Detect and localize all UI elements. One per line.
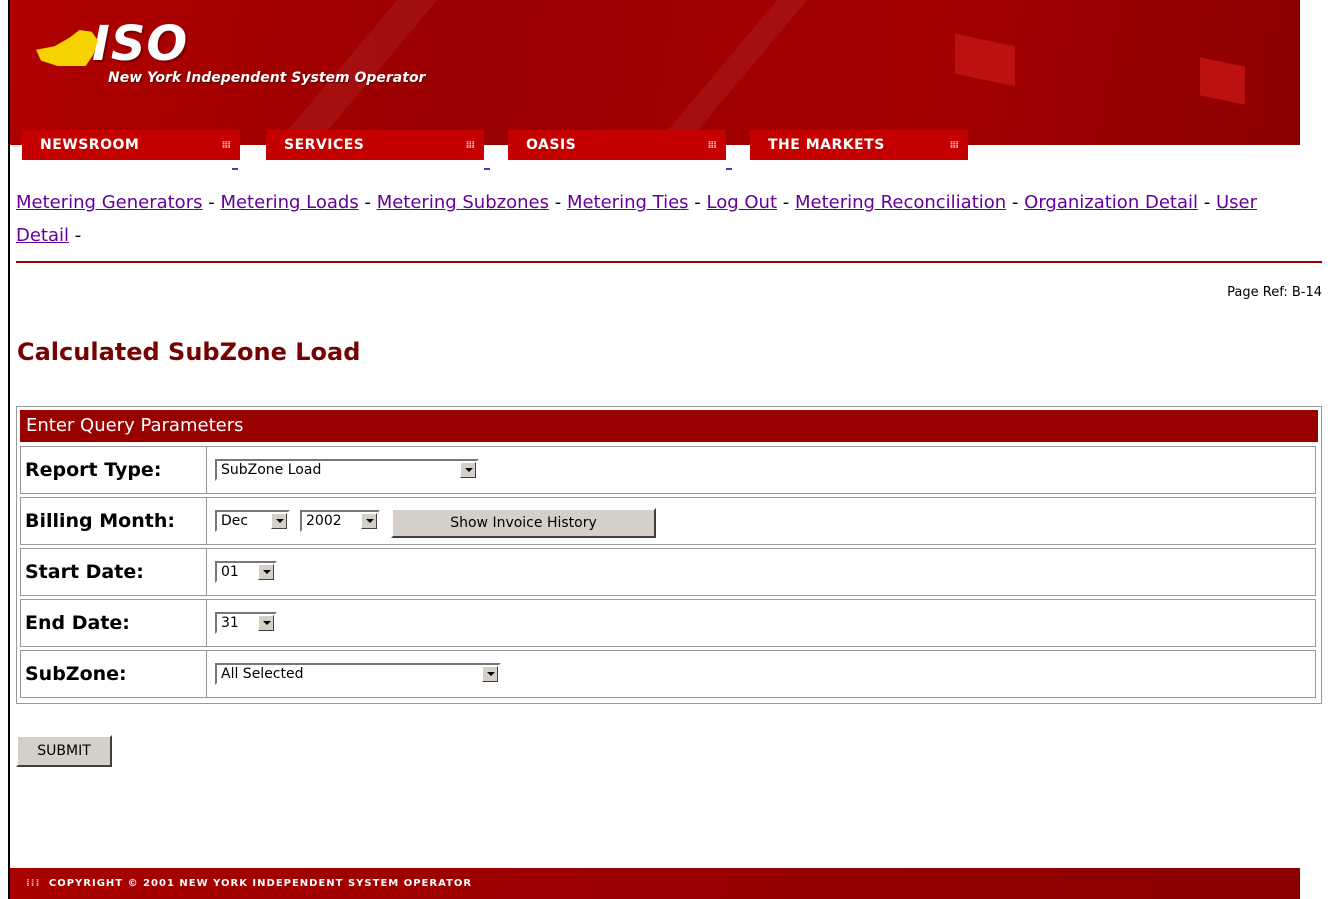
tab-newsroom[interactable]: NEWSROOM ⁞⁞⁞	[22, 130, 240, 162]
link-log-out[interactable]: Log Out	[707, 192, 778, 213]
header-decoration	[955, 33, 1015, 87]
tab-oasis[interactable]: OASIS ⁞⁞⁞	[508, 130, 726, 162]
report-type-cell: SubZone Load	[206, 446, 1316, 494]
subzone-label: SubZone:	[20, 650, 207, 698]
tab-the-markets[interactable]: THE MARKETS ⁞⁞⁞	[750, 130, 968, 162]
billing-year-value: 2002	[306, 513, 342, 529]
site-header: ISO New York Independent System Operator	[10, 0, 1300, 145]
link-organization-detail[interactable]: Organization Detail	[1024, 192, 1198, 213]
end-date-label: End Date:	[20, 599, 207, 647]
end-date-cell: 31	[206, 599, 1316, 647]
tab-label: OASIS	[526, 137, 577, 153]
chevron-down-icon[interactable]	[258, 564, 274, 580]
link-separator: -	[554, 192, 562, 213]
metering-links: Metering Generators - Metering Loads - M…	[16, 186, 1306, 252]
nav-link-underline[interactable]	[232, 168, 238, 170]
link-metering-loads[interactable]: Metering Loads	[220, 192, 358, 213]
grip-icon: ⁞⁞⁞	[221, 139, 231, 151]
header-decoration	[1200, 57, 1245, 105]
row-report-type: Report Type: SubZone Load	[20, 446, 1318, 494]
start-date-cell: 01	[206, 548, 1316, 596]
chevron-down-icon[interactable]	[361, 513, 377, 529]
header-decoration	[626, 0, 824, 145]
submit-button[interactable]: SUBMIT	[16, 735, 112, 767]
link-metering-subzones[interactable]: Metering Subzones	[377, 192, 549, 213]
site-subtitle: New York Independent System Operator	[108, 70, 426, 86]
report-type-label: Report Type:	[20, 446, 207, 494]
link-separator: -	[782, 192, 790, 213]
row-subzone: SubZone: All Selected	[20, 650, 1318, 698]
start-date-select[interactable]: 01	[215, 561, 277, 583]
grip-icon: ⁞⁞⁞	[949, 139, 959, 151]
subzone-select[interactable]: All Selected	[215, 663, 501, 685]
form-heading: Enter Query Parameters	[20, 410, 1318, 442]
grip-icon: ⁞⁞⁞	[465, 139, 475, 151]
query-form: Enter Query Parameters Report Type: SubZ…	[16, 406, 1322, 704]
iso-logo[interactable]: ISO	[36, 16, 189, 72]
nav-link-underline[interactable]	[484, 168, 490, 170]
chevron-down-icon[interactable]	[271, 513, 287, 529]
tab-label: SERVICES	[284, 137, 365, 153]
report-type-select[interactable]: SubZone Load	[215, 459, 479, 481]
row-start-date: Start Date: 01	[20, 548, 1318, 596]
grip-icon: ⁞⁞⁞	[707, 139, 717, 151]
report-type-value: SubZone Load	[221, 462, 322, 478]
link-separator: -	[364, 192, 371, 213]
nav-link-underline[interactable]	[726, 168, 732, 170]
tab-services[interactable]: SERVICES ⁞⁞⁞	[266, 130, 484, 162]
row-end-date: End Date: 31	[20, 599, 1318, 647]
page-ref: Page Ref: B-14	[1227, 285, 1322, 300]
copyright-text: COPYRIGHT © 2001 NEW YORK INDEPENDENT SY…	[48, 878, 473, 889]
link-separator: -	[1203, 192, 1211, 213]
chevron-down-icon[interactable]	[460, 462, 476, 478]
site-footer: ⁞⁞⁞ COPYRIGHT © 2001 NEW YORK INDEPENDEN…	[10, 868, 1300, 899]
billing-month-label: Billing Month:	[20, 497, 207, 545]
chevron-down-icon[interactable]	[258, 615, 274, 631]
tab-label: THE MARKETS	[768, 137, 885, 153]
show-invoice-history-button[interactable]: Show Invoice History	[391, 508, 656, 538]
link-separator: -	[694, 192, 701, 213]
tab-label: NEWSROOM	[40, 137, 140, 153]
start-date-value: 01	[221, 564, 239, 580]
link-separator: -	[208, 192, 215, 213]
billing-month-cell: Dec 2002 Show Invoice History	[206, 497, 1316, 545]
grip-icon: ⁞⁞⁞	[26, 878, 41, 889]
billing-month-select[interactable]: Dec	[215, 510, 290, 532]
link-separator: -	[74, 225, 82, 246]
link-metering-reconciliation[interactable]: Metering Reconciliation	[795, 192, 1006, 213]
billing-year-select[interactable]: 2002	[300, 510, 380, 532]
start-date-label: Start Date:	[20, 548, 207, 596]
row-billing-month: Billing Month: Dec 2002 Show Invoice His…	[20, 497, 1318, 545]
new-york-state-icon	[36, 30, 98, 66]
end-date-select[interactable]: 31	[215, 612, 277, 634]
link-separator: -	[1011, 192, 1019, 213]
link-metering-generators[interactable]: Metering Generators	[16, 192, 202, 213]
chevron-down-icon[interactable]	[482, 666, 498, 682]
logo-text: ISO	[92, 16, 189, 72]
billing-month-value: Dec	[221, 513, 249, 529]
page-title: Calculated SubZone Load	[17, 338, 361, 366]
link-metering-ties[interactable]: Metering Ties	[567, 192, 689, 213]
subzone-cell: All Selected	[206, 650, 1316, 698]
divider	[16, 261, 1322, 263]
end-date-value: 31	[221, 615, 239, 631]
subzone-value: All Selected	[221, 666, 304, 682]
